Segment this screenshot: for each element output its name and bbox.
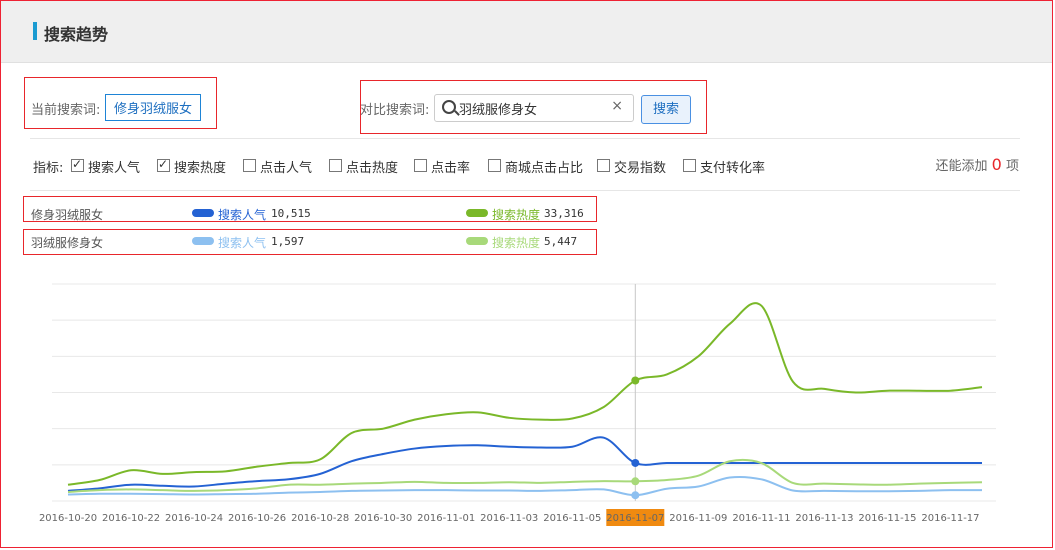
current-keyword-label: 当前搜索词:	[31, 103, 101, 118]
title-accent-bar	[33, 22, 37, 40]
compare-keyword-label: 对比搜索词:	[360, 103, 430, 118]
metric-checkbox[interactable]	[329, 159, 342, 172]
remain-number: 0	[991, 155, 1002, 174]
search-button[interactable]: 搜索	[641, 95, 691, 124]
x-tick-label: 2016-10-30	[354, 513, 412, 524]
x-tick-label: 2016-11-01	[417, 513, 475, 524]
metric-label[interactable]: 支付转化率	[700, 157, 765, 176]
metric-label[interactable]: 点击热度	[346, 157, 398, 176]
legend-value-1a: 10,515	[271, 207, 311, 220]
metric-checkbox[interactable]	[683, 159, 696, 172]
legend-value-1b: 33,316	[544, 207, 584, 220]
series-point-0[interactable]	[631, 376, 640, 385]
search-icon	[442, 100, 456, 114]
legend-keyword-2: 羽绒服修身女	[31, 236, 104, 250]
x-tick-label: 2016-11-07	[606, 513, 664, 524]
divider-top	[30, 138, 1020, 139]
metric-label[interactable]: 交易指数	[614, 157, 666, 176]
x-tick-label: 2016-10-28	[291, 513, 349, 524]
metric-checkbox[interactable]	[488, 159, 501, 172]
metric-checkbox[interactable]	[243, 159, 256, 172]
legend-keyword-1: 修身羽绒服女	[31, 208, 104, 222]
x-tick-label: 2016-11-17	[921, 513, 979, 524]
legend-series-label-2b[interactable]: 搜索热度	[492, 234, 540, 251]
legend-swatch-blue-dark	[192, 209, 214, 217]
metric-label[interactable]: 点击率	[431, 157, 470, 176]
legend-series-label-1a[interactable]: 搜索人气	[218, 206, 266, 223]
metric-checkbox[interactable]	[597, 159, 610, 172]
metric-label[interactable]: 搜索人气	[88, 157, 140, 176]
x-tick-label: 2016-11-11	[732, 513, 790, 524]
series-point-3[interactable]	[631, 491, 640, 500]
series-point-1[interactable]	[631, 458, 640, 467]
metric-label[interactable]: 点击人气	[260, 157, 312, 176]
metric-label[interactable]: 搜索热度	[174, 157, 226, 176]
x-tick-label: 2016-11-15	[858, 513, 916, 524]
legend-swatch-green-dark	[466, 209, 488, 217]
current-keyword-tag[interactable]: 修身羽绒服女	[105, 94, 202, 121]
metrics-label: 指标:	[33, 161, 64, 176]
x-tick-label: 2016-11-13	[795, 513, 853, 524]
divider-bottom	[30, 190, 1020, 191]
x-tick-label: 2016-10-20	[39, 513, 97, 524]
remain-prefix: 还能添加	[935, 159, 988, 174]
section-header: 搜索趋势	[1, 1, 1052, 63]
section-title: 搜索趋势	[44, 25, 109, 44]
metric-label[interactable]: 商城点击占比	[505, 157, 583, 176]
legend-swatch-green-light	[466, 237, 488, 245]
clear-icon[interactable]: ×	[611, 98, 623, 114]
compare-search-input[interactable]: 羽绒服修身女 ×	[434, 94, 634, 122]
metric-checkbox[interactable]	[71, 157, 84, 172]
x-tick-label: 2016-10-26	[228, 513, 286, 524]
series-line-0[interactable]	[67, 302, 983, 486]
compare-search-value: 羽绒服修身女	[459, 103, 538, 118]
series-point-2[interactable]	[631, 477, 640, 486]
legend-value-2a: 1,597	[271, 235, 305, 248]
legend-value-2b: 5,447	[544, 235, 578, 248]
remain-count: 还能添加 0 项	[936, 155, 1020, 174]
trend-chart[interactable]: 2016-10-20 2016-10-22 2016-10-24 2016-10-26…	[0, 270, 1055, 535]
remain-suffix: 项	[1005, 159, 1019, 174]
legend-series-label-2a[interactable]: 搜索人气	[218, 234, 266, 251]
x-tick-label: 2016-11-05	[543, 513, 601, 524]
x-tick-label: 2016-10-22	[102, 513, 160, 524]
legend-series-label-1b[interactable]: 搜索热度	[492, 206, 540, 223]
metric-checkbox[interactable]	[414, 159, 427, 172]
x-tick-label: 2016-10-24	[165, 513, 223, 524]
legend-swatch-blue-light	[192, 237, 214, 245]
metric-checkbox[interactable]	[157, 157, 170, 172]
x-tick-label: 2016-11-09	[669, 513, 727, 524]
x-tick-label: 2016-11-03	[480, 513, 538, 524]
